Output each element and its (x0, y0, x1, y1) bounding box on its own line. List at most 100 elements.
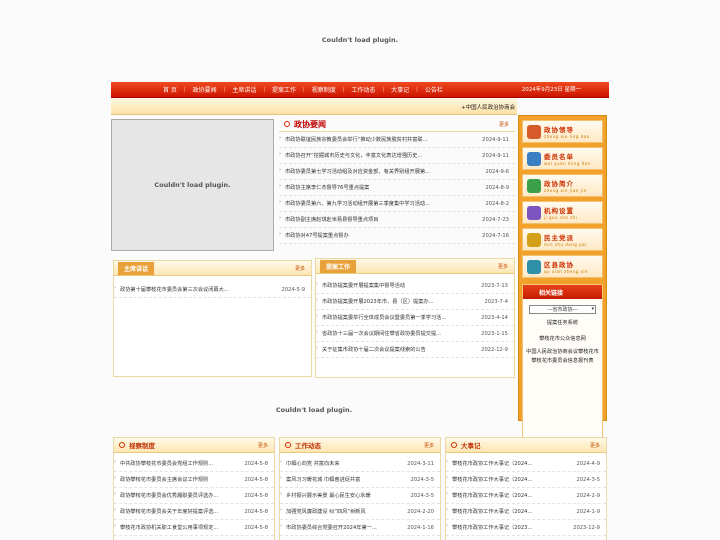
list-item-title[interactable]: 政协攀枝花市委员会优秀履职委员评选办... (114, 492, 218, 499)
list-item-date: 2023-12-9 (573, 524, 600, 531)
list-item-title[interactable]: 市政协召开“挖掘城市历史与文化，丰富文化表达增强历史... (279, 152, 422, 159)
list-item-title[interactable]: 市政协联谊民族宗教委员会举行“推动少数民族脱贫村共富联... (279, 136, 428, 143)
list-item[interactable]: 市政协委员第七学习活动组及对应资金部、有关界别组开展第... 2024-9-6 (279, 164, 515, 180)
list-item-title[interactable]: 案风习习暖花城 巾帼奋进促共富 (280, 476, 360, 483)
inspection-more-link[interactable]: 更多 (258, 442, 268, 449)
list-item-title[interactable]: 攀枝花市政协工作大事记（2024... (446, 492, 532, 499)
list-item[interactable]: 攀枝花市政协工作大事记（2024... 2024-3-5 (446, 472, 606, 488)
list-item[interactable]: 市政协委员第六、第九学习活动组开展第三季度集中学习活动... 2024-8-2 (279, 196, 515, 212)
sidebar-item-title: 民主党派 (544, 234, 574, 242)
news-more-link[interactable]: 更多 (499, 121, 509, 128)
work-title: 工作动态 (295, 442, 321, 450)
sidebar-item[interactable]: 机构设置 ji gou she zhi (522, 201, 603, 224)
related-link[interactable]: 中国人民政治协商会议攀枝花市 (523, 349, 602, 356)
list-item-title[interactable]: 关于征集市政协十届二次会议提案线索的公告 (316, 346, 426, 353)
speech-list: 政协第十届攀枝花市委员会第三次会议闭幕大... 2024-5-9 (114, 282, 311, 298)
list-item-title[interactable]: 政协攀枝花市委员会关于年度好提案评选... (114, 508, 218, 515)
list-item[interactable]: 政协攀枝花市委员会优秀履职委员评选办... 2024-5-8 (114, 488, 274, 504)
list-item-title[interactable]: 市政协主席李仁杰督导76号重点提案 (279, 184, 369, 191)
sidebar-item[interactable]: 政协简介 zheng xie jian jie (522, 174, 603, 197)
chevron-down-icon: ▾ (591, 306, 594, 312)
list-item-title[interactable]: 巾帼心向党 共富向未来 (280, 460, 340, 467)
nav-item-home[interactable]: 首 页 (156, 85, 184, 94)
list-item-date: 2024-8-2 (485, 200, 509, 207)
nav-item-news[interactable]: 政协要闻 (186, 85, 224, 94)
plugin-placeholder-slideshow: Couldn't load plugin. (111, 119, 274, 251)
list-item-title[interactable]: 市政协提案委举行全体成员会议暨委员第一季学习活... (316, 314, 446, 321)
events-title: 大事记 (461, 442, 481, 450)
news-title: 政协要闻 (294, 119, 326, 129)
list-item[interactable]: 案风习习暖花城 巾帼奋进促共富 2024-3-5 (280, 472, 440, 488)
list-item-date: 2024-5-8 (244, 460, 268, 467)
list-item-title[interactable]: 市政协对47号提案重点督办 (279, 232, 349, 239)
sidebar-item[interactable]: 民主党派 min zhu dang pai (522, 228, 603, 251)
introduction-icon (527, 178, 541, 193)
list-item[interactable]: 攀枝花市政协工作大事记（2024... 2024-1-9 (446, 504, 606, 520)
list-item-title[interactable]: 攀枝花市政协机关职工食堂公用事项规定... (114, 524, 218, 531)
list-item[interactable]: 攀枝花市政协工作大事记（2023... 2023-12-9 (446, 520, 606, 536)
list-item[interactable]: 中共政协攀枝花市委员会党组工作规则... 2024-5-8 (114, 456, 274, 472)
list-item[interactable]: 政协第十届攀枝花市委员会第三次会议闭幕大... 2024-5-9 (114, 282, 311, 298)
list-item-date: 2024-2-9 (576, 492, 600, 499)
list-item[interactable]: 市政协主席李仁杰督导76号重点提案 2024-8-9 (279, 180, 515, 196)
list-item-title[interactable]: 攀枝花市政协工作大事记（2024... (446, 476, 532, 483)
related-link[interactable]: 攀枝花市公众信息网 (523, 336, 602, 343)
list-item[interactable]: 市政协提案委举行全体成员会议暨委员第一季学习活... 2023-4-14 (316, 310, 514, 326)
list-item-title[interactable]: 中共政协攀枝花市委员会党组工作规则... (114, 460, 213, 467)
related-link[interactable]: 提案任务系统 (523, 320, 602, 327)
list-item-title[interactable]: 攀枝花市政协工作大事记（2024... (446, 460, 532, 467)
list-item[interactable]: 市政协召开“挖掘城市历史与文化，丰富文化表达增强历史... 2024-9-11 (279, 148, 515, 164)
inspection-list: 中共政协攀枝花市委员会党组工作规则... 2024-5-8 政协攀枝花市委员会主席会… (114, 456, 274, 536)
list-item-title[interactable]: 市政协委员综合党委召开2024年第一... (280, 524, 377, 531)
sidebar-item[interactable]: 区县政协 qu xian zheng xie (522, 255, 603, 278)
list-item-title[interactable]: 市政协提案委开展提案集中督导活动 (316, 282, 405, 289)
list-item[interactable]: 市政协提案委开展提案集中督导活动 2023-7-13 (316, 278, 514, 294)
sidebar-item[interactable]: 委员名单 wei yuan ming dan (522, 147, 603, 170)
list-item[interactable]: 市政协提案委开展2023年市、县（区）提案办... 2023-7-4 (316, 294, 514, 310)
sidebar-item-label: 区县政协 qu xian zheng xie (544, 259, 588, 274)
list-item[interactable]: 加强党风廉政建设 纠“四风”树新风 2024-2-20 (280, 504, 440, 520)
nav-item-work[interactable]: 工作动态 (344, 85, 382, 94)
nav-item-proposal[interactable]: 提案工作 (265, 85, 303, 94)
speech-more-link[interactable]: 更多 (295, 265, 305, 272)
news-header: 政协要闻 更多 (279, 117, 515, 132)
sidebar-item[interactable]: 政协领导 zheng xie ling dao (522, 120, 603, 143)
nav-item-notice[interactable]: 公告栏 (418, 85, 450, 94)
list-item[interactable]: 攀枝花市政协工作大事记（2024... 2024-4-9 (446, 456, 606, 472)
list-item-title[interactable]: 市政协委员第六、第九学习活动组开展第三季度集中学习活动... (279, 200, 430, 207)
list-item-title[interactable]: 市政协委员第七学习活动组及对应资金部、有关界别组开展第... (279, 168, 430, 175)
list-item-title[interactable]: 省政协十三届一次会议期间住攀省政协委员提交提... (316, 330, 441, 337)
list-item[interactable]: 政协攀枝花市委员会主席会议工作规则 2024-5-8 (114, 472, 274, 488)
nav-item-speech[interactable]: 主席讲话 (225, 85, 263, 94)
proposal-more-link[interactable]: 更多 (498, 263, 508, 270)
work-panel: 工作动态 更多 巾帼心向党 共富向未来 2024-3-11 案风习习暖花城 巾帼奋进… (279, 437, 441, 540)
list-item-title[interactable]: 政协第十届攀枝花市委员会第三次会议闭幕大... (114, 286, 229, 293)
nav-item-inspection[interactable]: 视察制度 (305, 85, 343, 94)
list-item-title[interactable]: 加强党风廉政建设 纠“四风”树新风 (280, 508, 366, 515)
list-item[interactable]: 政协攀枝花市委员会关于年度好提案评选... 2024-5-8 (114, 504, 274, 520)
marquee-text[interactable]: +中国人民政治协商会 (461, 103, 515, 111)
list-item[interactable]: 巾帼心向党 共富向未来 2024-3-11 (280, 456, 440, 472)
work-more-link[interactable]: 更多 (424, 442, 434, 449)
list-item[interactable]: 市政协联谊民族宗教委员会举行“推动少数民族脱贫村共富联... 2024-9-11 (279, 132, 515, 148)
list-item-title[interactable]: 市政协提案委开展2023年市、县（区）提案办... (316, 298, 434, 305)
list-item[interactable]: 攀枝花市政协工作大事记（2024... 2024-2-9 (446, 488, 606, 504)
list-item-title[interactable]: 乡村振兴展示美景 最心民生安心永暖 (280, 492, 371, 499)
nav-item-events[interactable]: 大事记 (384, 85, 416, 94)
list-item[interactable]: 市政协副主席赵琪赴米易县督导重点项目 2024-7-23 (279, 212, 515, 228)
events-more-link[interactable]: 更多 (590, 442, 600, 449)
list-item[interactable]: 关于征集市政协十届二次会议提案线索的公告 2022-12-9 (316, 342, 514, 358)
list-item[interactable]: 乡村振兴展示美景 最心民生安心永暖 2024-3-5 (280, 488, 440, 504)
list-item-date: 2024-9-6 (485, 168, 509, 175)
list-item-title[interactable]: 市政协副主席赵琪赴米易县督导重点项目 (279, 216, 378, 223)
list-item-title[interactable]: 攀枝花市政协工作大事记（2024... (446, 508, 532, 515)
list-item[interactable]: 市政协委员综合党委召开2024年第一... 2024-1-16 (280, 520, 440, 536)
cppcc-select[interactable]: ---省市政协--- ▾ (529, 305, 596, 314)
list-item[interactable]: 攀枝花市政协机关职工食堂公用事项规定... 2024-5-8 (114, 520, 274, 536)
list-item[interactable]: 市政协对47号提案重点督办 2024-7-16 (279, 228, 515, 244)
related-link[interactable]: 攀枝花市委员会信息报刊表 (523, 358, 602, 365)
list-item-date: 2022-12-9 (481, 346, 508, 353)
list-item[interactable]: 省政协十三届一次会议期间住攀省政协委员提交提... 2023-1-15 (316, 326, 514, 342)
list-item-title[interactable]: 攀枝花市政协工作大事记（2023... (446, 524, 532, 531)
list-item-title[interactable]: 政协攀枝花市委员会主席会议工作规则 (114, 476, 208, 483)
